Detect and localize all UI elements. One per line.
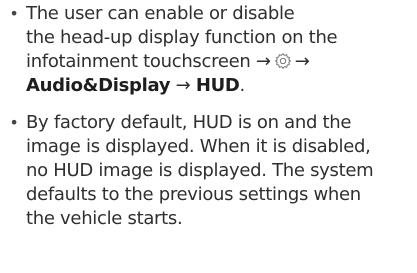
text-line: the head-up display function on the xyxy=(26,27,338,48)
bullet-dot: • xyxy=(9,113,19,132)
text-segment: infotainment touchscreen → xyxy=(26,51,271,72)
bullet-dot: • xyxy=(9,4,19,23)
period: . xyxy=(239,75,246,96)
text-line: no HUD image is displayed. The system xyxy=(26,160,374,181)
text-line: defaults to the previous settings when xyxy=(26,184,361,205)
menu-path-audio-display: Audio&Display xyxy=(26,75,171,96)
text-line: the vehicle starts. xyxy=(26,208,183,229)
text-line: By factory default, HUD is on and the xyxy=(26,112,352,133)
text-line-nav-path: Audio&Display → HUD. xyxy=(26,74,409,98)
menu-path-hud: HUD xyxy=(195,75,240,96)
gear-icon xyxy=(274,53,291,69)
list-item-enable-hud: • The user can enable or disable the hea… xyxy=(6,2,409,98)
text-line: The user can enable or disable xyxy=(26,3,295,24)
text-segment: → xyxy=(294,51,310,72)
list-item-factory-default: • By factory default, HUD is on and the … xyxy=(6,111,409,231)
arrow-separator: → xyxy=(175,75,191,96)
bullet-list: • The user can enable or disable the hea… xyxy=(6,2,409,231)
document-page: • The user can enable or disable the hea… xyxy=(0,0,417,273)
text-line-with-icon: infotainment touchscreen → → xyxy=(26,50,409,74)
text-line: image is displayed. When it is disabled, xyxy=(26,136,371,157)
